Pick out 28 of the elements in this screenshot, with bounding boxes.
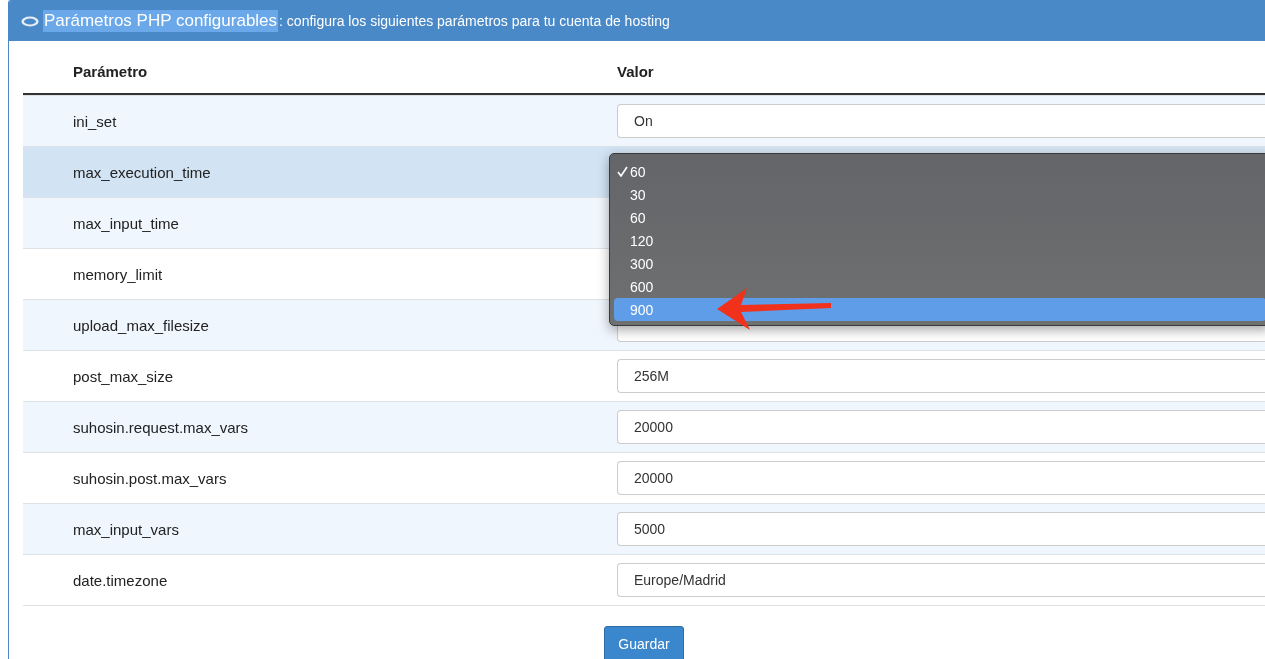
parameter-name: max_execution_time <box>72 163 212 181</box>
column-header: Valor <box>617 63 655 80</box>
parameter-name: suhosin.request.max_vars <box>72 418 250 436</box>
value-field[interactable]: On <box>617 104 1265 138</box>
value-field[interactable]: 256M <box>617 359 1265 393</box>
value-field[interactable]: Europe/Madrid <box>617 563 1265 597</box>
dropdown-option[interactable]: 600 <box>614 275 1265 298</box>
parameter-name: post_max_size <box>72 367 175 385</box>
panel-title: Parámetros PHP configurables <box>43 10 279 32</box>
logo-icon <box>21 15 39 27</box>
parameter-name: max_input_vars <box>72 520 180 538</box>
dropdown-option[interactable]: 60 <box>614 206 1265 229</box>
save-button[interactable]: Guardar <box>604 626 684 659</box>
panel-subtitle: : configura los siguientes parámetros para tu cuenta de hosting <box>279 13 670 29</box>
value-field[interactable]: 20000 <box>617 461 1265 495</box>
parameter-name: memory_limit <box>72 265 164 283</box>
value-field[interactable]: 20000 <box>617 410 1265 444</box>
parameter-name: ini_set <box>72 112 118 130</box>
parameter-name: suhosin.post.max_vars <box>72 469 228 487</box>
value-field[interactable]: 5000 <box>617 512 1265 546</box>
parameter-name: date.timezone <box>72 571 169 589</box>
dropdown-option[interactable]: 120 <box>614 229 1265 252</box>
column-header: Parámetro <box>72 63 149 80</box>
dropdown-option[interactable]: 300 <box>614 252 1265 275</box>
parameter-name: max_input_time <box>72 214 180 232</box>
dropdown-option[interactable]: 30 <box>614 183 1265 206</box>
parameter-name: upload_max_filesize <box>72 316 210 334</box>
dropdown-option[interactable]: 60 <box>614 160 1265 183</box>
